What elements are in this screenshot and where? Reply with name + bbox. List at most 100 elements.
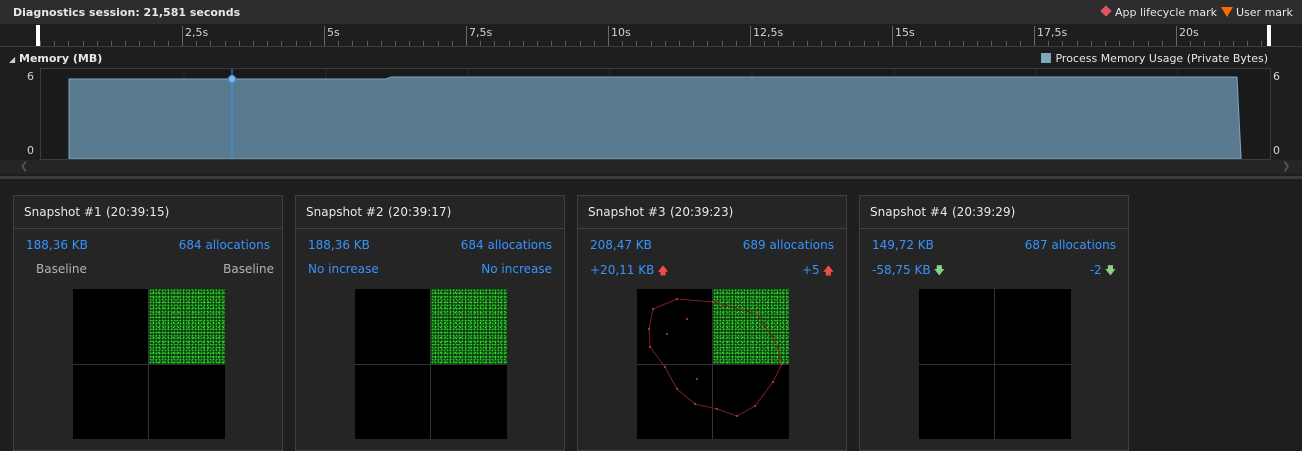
y-axis-min-right: 0 [1273, 144, 1280, 157]
snapshot-heap-size-link[interactable]: 188,36 KB [26, 238, 88, 252]
snapshot-time: (20:39:23) [670, 205, 734, 219]
size-diff-up-icon: 🡅 [657, 264, 669, 277]
memory-title-text: Memory (MB) [19, 52, 103, 65]
snapshot-alloc-diff[interactable]: No increase [481, 262, 552, 276]
scroll-left-icon[interactable]: ❮ [20, 161, 28, 172]
memory-graph-svg [68, 69, 1242, 160]
heap-visualization [637, 289, 789, 439]
heap-divider-horizontal [73, 364, 225, 365]
ruler-minor-tick [863, 41, 865, 46]
ruler-minor-tick [991, 41, 993, 46]
snapshot-allocations-link[interactable]: 689 allocations [743, 238, 834, 252]
snapshot-allocations-link[interactable]: 684 allocations [179, 238, 270, 252]
ruler-minor-tick [1247, 41, 1248, 46]
snapshot-heap-size-link[interactable]: 188,36 KB [308, 238, 370, 252]
snapshot-size-diff[interactable]: No increase [308, 262, 379, 276]
snapshot-card[interactable]: Snapshot #3 (20:39:23) 208,47 KB 689 alloca… [577, 195, 847, 451]
ruler-minor-tick [707, 41, 709, 46]
ruler-minor-tick [1019, 41, 1021, 46]
snapshot-card-header: Snapshot #3 (20:39:23) [578, 196, 846, 229]
ruler-minor-tick [792, 41, 794, 46]
ruler-major-tick [750, 26, 751, 46]
ruler-minor-tick [494, 41, 496, 46]
timeline-ruler[interactable]: 2,5s 5s 7,5s 10s 12,5s 15s 17,5s 20s [0, 24, 1302, 47]
ruler-minor-tick [764, 41, 766, 46]
ruler-tick-label: 15s [895, 26, 915, 39]
ruler-minor-tick [579, 41, 581, 46]
heap-visualization [73, 289, 225, 439]
snapshot-card[interactable]: Snapshot #1 (20:39:15) 188,36 KB 684 alloca… [13, 195, 283, 451]
snapshot-heap-size-link[interactable]: 208,47 KB [590, 238, 652, 252]
memory-legend: Process Memory Usage (Private Bytes) [1041, 52, 1268, 65]
snapshot-marker-dot [228, 75, 236, 83]
ruler-tick-label: 12,5s [753, 26, 784, 39]
ruler-minor-tick [636, 41, 638, 46]
ruler-minor-tick [224, 41, 226, 46]
snapshot-card[interactable]: Snapshot #2 (20:39:17) 188,36 KB 684 alloca… [295, 195, 565, 451]
snapshot-alloc-diff[interactable]: +5 🡅 [802, 262, 834, 281]
ruler-minor-tick [380, 41, 382, 46]
collapse-triangle-icon[interactable]: ◢ [9, 55, 15, 64]
alloc-diff-text: -2 [1089, 263, 1102, 277]
diamond-icon [1100, 5, 1112, 17]
snapshot-alloc-diff: Baseline [223, 262, 274, 276]
snapshot-card-header: Snapshot #1 (20:39:15) [14, 196, 282, 229]
diagnostics-header: Diagnostics session: 21,581 seconds App … [0, 0, 1302, 24]
graph-scrollbar[interactable]: ❮ ❯ [0, 160, 1302, 174]
ruler-minor-tick [650, 41, 652, 46]
pane-splitter[interactable] [0, 176, 1302, 179]
snapshot-time: (20:39:29) [952, 205, 1016, 219]
ruler-minor-tick [1147, 41, 1149, 46]
ruler-minor-tick [977, 41, 979, 46]
ruler-minor-tick [1161, 41, 1163, 46]
scroll-right-icon[interactable]: ❯ [1282, 161, 1290, 172]
snapshot-heap-size-link[interactable]: 149,72 KB [872, 238, 934, 252]
legend-swatch [1041, 53, 1052, 63]
snapshot-size-diff[interactable]: +20,11 KB 🡅 [590, 262, 669, 281]
ruler-minor-tick [948, 41, 950, 46]
snapshot-time: (20:39:17) [388, 205, 452, 219]
memory-usage-graph[interactable] [40, 68, 1271, 160]
ruler-minor-tick [622, 41, 624, 46]
size-diff-text: No increase [308, 262, 379, 276]
app-lifecycle-label: App lifecycle mark [1115, 6, 1218, 19]
ruler-minor-tick [267, 41, 269, 46]
ruler-minor-tick [1119, 41, 1121, 46]
timeline-start-handle[interactable] [36, 25, 40, 46]
ruler-major-tick [608, 26, 609, 46]
ruler-minor-tick [522, 41, 524, 46]
memory-legend-label: Process Memory Usage (Private Bytes) [1055, 52, 1268, 65]
snapshot-alloc-diff[interactable]: -2 🡇 [1090, 262, 1116, 281]
snapshot-time: (20:39:15) [106, 205, 170, 219]
ruler-minor-tick [849, 41, 851, 46]
ruler-minor-tick [593, 41, 595, 46]
ruler-minor-tick [906, 41, 908, 46]
timeline-end-handle[interactable] [1267, 25, 1271, 46]
snapshot-allocations-link[interactable]: 684 allocations [461, 238, 552, 252]
snapshot-allocations-link[interactable]: 687 allocations [1025, 238, 1116, 252]
snapshot-size-diff[interactable]: -58,75 KB 🡇 [872, 262, 945, 281]
memory-graph-title[interactable]: ◢ Memory (MB) [9, 52, 102, 65]
size-diff-text: -58,75 KB [872, 263, 931, 277]
snapshot-title: Snapshot #2 [306, 205, 384, 219]
ruler-minor-tick [295, 41, 297, 46]
ruler-minor-tick [309, 41, 311, 46]
ruler-minor-tick [366, 41, 368, 46]
ruler-minor-tick [551, 41, 553, 46]
ruler-minor-tick [395, 41, 396, 46]
ruler-minor-tick [167, 41, 169, 46]
ruler-minor-tick [693, 41, 695, 46]
ruler-minor-tick [735, 41, 737, 46]
ruler-minor-tick [778, 41, 780, 46]
alloc-diff-text: +5 [801, 263, 820, 277]
ruler-tick-label: 17,5s [1037, 26, 1068, 39]
ruler-minor-tick [1005, 41, 1007, 46]
ruler-minor-tick [934, 41, 936, 46]
ruler-minor-tick [68, 41, 70, 46]
triangle-down-icon [1221, 7, 1233, 17]
ruler-minor-tick [423, 41, 425, 46]
snapshot-card[interactable]: Snapshot #4 (20:39:29) 149,72 KB 687 alloca… [859, 195, 1129, 451]
ruler-major-tick [324, 26, 325, 46]
memory-area [68, 76, 1242, 160]
ruler-tick-label: 10s [611, 26, 631, 39]
